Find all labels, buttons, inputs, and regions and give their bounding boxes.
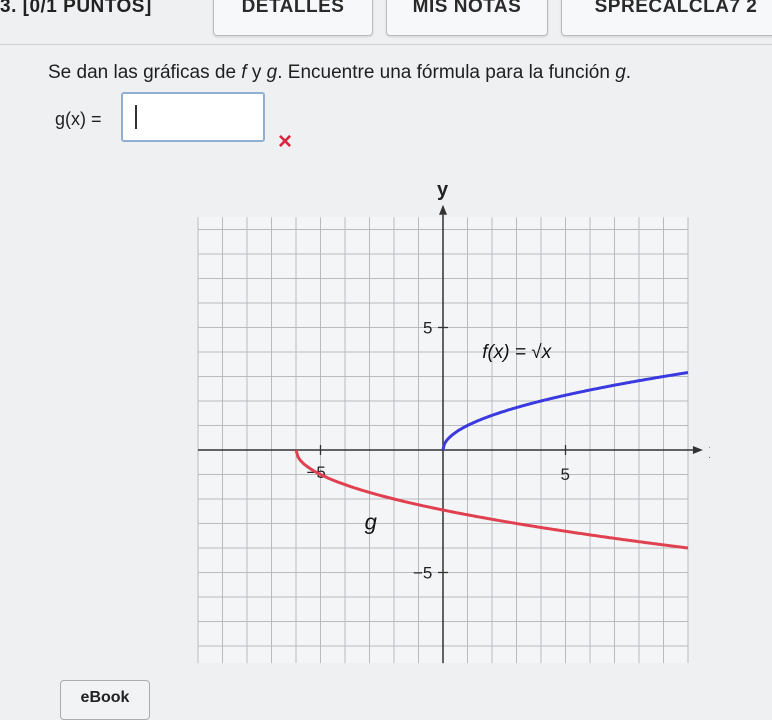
top-bar: 3. [0/1 PUNTOS] DETALLES MIS NOTAS SPREC… <box>0 0 772 36</box>
g-function-label: g <box>365 510 378 535</box>
answer-label: g(x) = <box>55 109 102 129</box>
incorrect-x-icon: × <box>278 128 293 155</box>
function-graph: yx5−55−5f(x) = √xg <box>197 179 710 664</box>
prompt-text-4: . <box>625 62 632 83</box>
x-axis-arrow <box>692 446 703 454</box>
text-caret <box>135 105 137 129</box>
question-prompt: Se dan las gráficas de f y g. Encuentre … <box>48 62 631 84</box>
y-tick-label-5: 5 <box>423 319 432 338</box>
prompt-text-2: y <box>246 62 267 83</box>
tab-sprecalcla7[interactable]: SPRECALCLA7 2 <box>561 0 772 36</box>
y-axis-arrow <box>439 204 447 215</box>
prompt-text-3: . Encuentre una fórmula para la función <box>277 62 616 83</box>
x-tick-label-5: 5 <box>561 465 570 484</box>
tab-detalles[interactable]: DETALLES <box>213 0 373 36</box>
y-axis-label: y <box>437 179 449 201</box>
prompt-g: g <box>266 62 278 83</box>
answer-input[interactable] <box>121 92 265 142</box>
question-number-label: 3. [0/1 PUNTOS] <box>0 0 152 17</box>
prompt-text-1: Se dan las gráficas de <box>48 62 242 83</box>
x-axis-label: x <box>709 441 710 463</box>
tab-mis-notas[interactable]: MIS NOTAS <box>386 0 548 36</box>
header-divider <box>0 44 772 45</box>
ebook-button[interactable]: eBook <box>60 680 150 720</box>
prompt-g2: g <box>615 62 626 83</box>
f-function-label: f(x) = √x <box>482 342 553 363</box>
y-tick-label-neg5: −5 <box>413 564 432 583</box>
